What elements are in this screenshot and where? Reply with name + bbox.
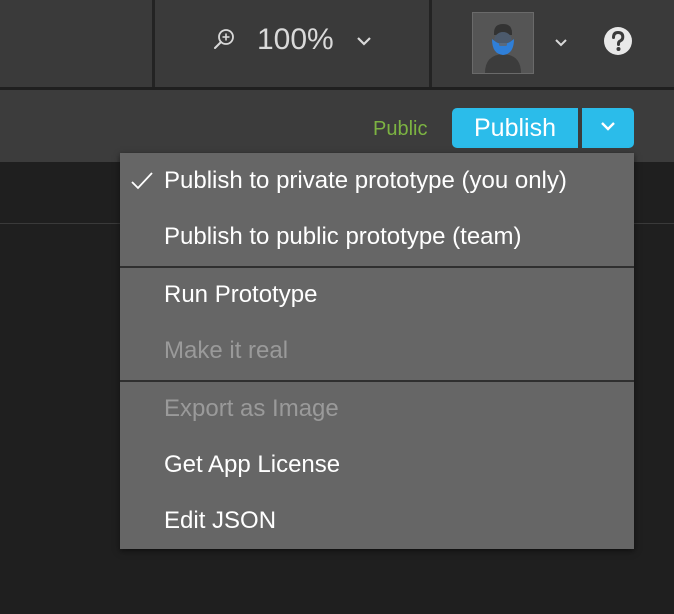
menu-item-label: Get App License [164, 451, 341, 478]
publish-options-button[interactable] [582, 108, 634, 148]
toolbar-divider [429, 0, 432, 87]
user-avatar-icon [473, 13, 533, 73]
menu-item-label: Run Prototype [164, 281, 318, 308]
publish-button[interactable]: Publish [452, 108, 578, 148]
zoom-in-icon[interactable] [212, 27, 236, 51]
menu-item-label: Edit JSON [164, 507, 277, 534]
menu-item-edit-json[interactable]: Edit JSON [120, 494, 634, 548]
menu-item-export-image: Export as Image [120, 382, 634, 436]
zoom-level[interactable]: 100% [257, 22, 334, 58]
menu-item-get-app-license[interactable]: Get App License [120, 438, 634, 492]
avatar[interactable] [472, 12, 534, 74]
menu-item-label: Publish to private prototype (you only) [164, 167, 567, 194]
chevron-down-icon[interactable] [355, 35, 373, 47]
visibility-status: Public [373, 118, 428, 140]
menu-item-run-prototype[interactable]: Run Prototype [120, 268, 634, 322]
menu-item-publish-private[interactable]: Publish to private prototype (you only) [120, 154, 634, 208]
chevron-down-icon [601, 122, 615, 131]
publish-menu: Publish to private prototype (you only) … [120, 153, 634, 549]
question-circle-icon[interactable] [603, 26, 633, 56]
menu-item-publish-public[interactable]: Publish to public prototype (team) [120, 210, 634, 264]
checkmark-icon [131, 172, 153, 190]
top-toolbar [0, 0, 674, 87]
menu-item-label: Make it real [164, 337, 289, 364]
menu-item-label: Publish to public prototype (team) [164, 223, 522, 250]
menu-item-label: Export as Image [164, 395, 339, 422]
chevron-down-icon[interactable] [553, 37, 569, 48]
toolbar-left-segment [0, 0, 152, 87]
menu-item-make-it-real: Make it real [120, 324, 634, 378]
